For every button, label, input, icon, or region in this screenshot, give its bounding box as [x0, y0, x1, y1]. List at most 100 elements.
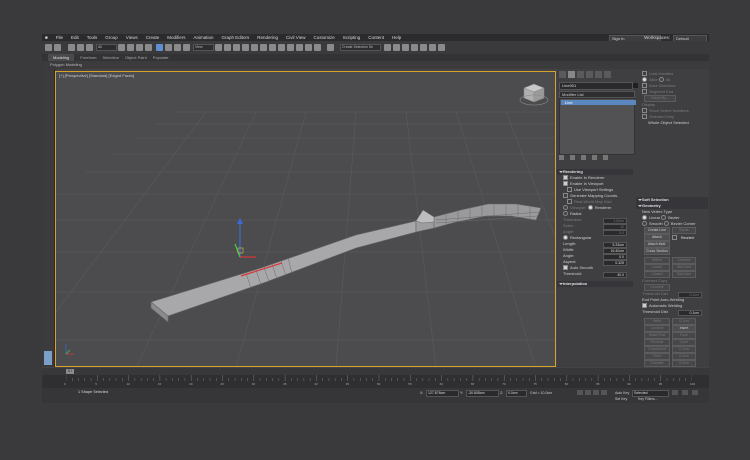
pan-icon[interactable] [682, 390, 688, 395]
connect-checkbox-label[interactable]: Connect [672, 257, 696, 264]
set-key-button[interactable]: Set Key [615, 397, 627, 401]
bind-last-option[interactable]: Bind last [672, 271, 696, 278]
rectangular-radio[interactable] [563, 235, 568, 241]
redo-icon[interactable] [54, 44, 61, 51]
move-icon[interactable] [156, 44, 163, 51]
object-name-field[interactable]: Line001 [559, 82, 633, 90]
crossinsert-button[interactable]: CrossInsert [644, 346, 670, 353]
renderer-radio[interactable] [587, 205, 593, 211]
percent-snap-icon[interactable] [260, 44, 267, 51]
tab-modeling[interactable]: Modeling [48, 54, 75, 61]
make-first-button[interactable]: Make First [644, 332, 670, 339]
menu-animation[interactable]: Animation [194, 35, 214, 40]
stack-item-line[interactable]: Line [561, 100, 636, 105]
hierarchy-tab-icon[interactable] [577, 71, 584, 78]
next-frame-icon[interactable] [601, 390, 607, 395]
configure-modifier-sets-icon[interactable] [603, 155, 608, 160]
pivot-center-icon[interactable] [215, 44, 222, 51]
fillet-spinner[interactable]: 0.0cm [672, 353, 696, 360]
create-tab-icon[interactable] [559, 71, 566, 78]
reorient-checkbox[interactable] [672, 235, 677, 240]
x-coordinate-field[interactable]: 127.876cm [426, 390, 459, 397]
connect-vertex-button[interactable]: Connect [644, 325, 670, 332]
schematic-view-icon[interactable] [384, 44, 391, 51]
pin-stack-icon[interactable] [559, 155, 564, 160]
bind-space-warp-icon[interactable] [86, 44, 93, 51]
mirror-icon[interactable] [287, 44, 294, 51]
perspective-viewport[interactable]: [+] [Perspective] [Standard] [Edged Face… [55, 71, 556, 367]
menu-graph-editors[interactable]: Graph Editors [222, 35, 250, 40]
viewport-layout-tab[interactable] [44, 351, 52, 365]
viewport-radio[interactable] [563, 205, 568, 211]
bezier-corner-radio[interactable] [663, 221, 669, 227]
modify-tab-icon[interactable] [568, 71, 575, 78]
key-filters-button[interactable]: Key Filters... [638, 397, 657, 401]
tab-selection[interactable]: Selection [102, 55, 118, 60]
placement-icon[interactable] [183, 44, 190, 51]
chamfer-spinner[interactable]: 0.0cm [672, 360, 696, 367]
move-gizmo[interactable] [234, 218, 256, 258]
enable-in-renderer-checkbox[interactable] [563, 175, 568, 181]
toggle-scene-explorer-icon[interactable] [305, 44, 312, 51]
tab-freeform[interactable]: Freeform [80, 55, 96, 60]
connect-button[interactable]: Connect [644, 284, 670, 291]
crossinsert-spinner[interactable]: 0.1cm [672, 346, 696, 353]
edit-named-selection-icon[interactable] [278, 44, 285, 51]
all-radio[interactable] [658, 77, 664, 83]
lock-handles-checkbox[interactable] [642, 71, 647, 77]
fuse-button[interactable]: Fuse [672, 332, 696, 339]
threshold-dist2-spinner[interactable]: 0.1cm [678, 310, 702, 316]
menu-edit[interactable]: Edit [71, 35, 79, 40]
interpolation-rollout-header[interactable]: Interpolation [557, 281, 633, 287]
cross-section-button[interactable]: Cross Section [644, 248, 670, 255]
keyboard-shortcut-icon[interactable] [233, 44, 240, 51]
selected-only-checkbox[interactable] [642, 114, 647, 120]
attach-mult-button[interactable]: Attach Mult. [644, 241, 670, 248]
link-icon[interactable] [68, 44, 75, 51]
generate-mapping-checkbox[interactable] [563, 193, 568, 199]
menu-scripting[interactable]: Scripting [343, 35, 361, 40]
create-selection-set-dropdown[interactable]: Create Selection Se [340, 44, 381, 51]
motion-tab-icon[interactable] [586, 71, 593, 78]
utilities-tab-icon[interactable] [604, 71, 611, 78]
window-crossing-icon[interactable] [145, 44, 152, 51]
ribbon-panel-label[interactable]: Polygon Modeling [42, 61, 709, 69]
zoom-icon[interactable] [672, 390, 678, 395]
rotate-icon[interactable] [165, 44, 172, 51]
menu-create[interactable]: Create [146, 35, 160, 40]
radial-radio[interactable] [563, 211, 568, 217]
viewcube-icon[interactable] [519, 83, 549, 106]
render-setup-icon[interactable] [402, 44, 409, 51]
menu-modifiers[interactable]: Modifiers [167, 35, 185, 40]
break-button[interactable]: Break [672, 227, 696, 234]
selection-filter-dropdown[interactable]: All [96, 44, 117, 51]
previous-frame-icon[interactable] [585, 390, 591, 395]
show-vertex-numbers-checkbox[interactable] [642, 108, 647, 114]
play-icon[interactable] [593, 390, 599, 395]
make-unique-icon[interactable] [581, 155, 586, 160]
chamfer-button[interactable]: Chamfer [644, 360, 670, 367]
snaps-toggle-icon[interactable] [242, 44, 249, 51]
remove-modifier-icon[interactable] [592, 155, 597, 160]
menu-views[interactable]: Views [126, 35, 138, 40]
z-coordinate-field[interactable]: 0.0cm [506, 390, 527, 397]
menu-tools[interactable]: Tools [87, 35, 98, 40]
insert-button[interactable]: Insert [672, 325, 696, 332]
segment-end-row[interactable]: Segment End [636, 89, 708, 95]
smooth-radio[interactable] [642, 221, 647, 227]
angle-snap-icon[interactable] [251, 44, 258, 51]
show-end-result-icon[interactable] [570, 155, 575, 160]
orbit-icon[interactable] [692, 390, 698, 395]
menu-customize[interactable]: Customize [313, 35, 334, 40]
rendered-frame-window-icon[interactable] [411, 44, 418, 51]
automatic-welding-checkbox[interactable] [642, 303, 647, 309]
menu-civil-view[interactable]: Civil View [286, 35, 305, 40]
y-coordinate-field[interactable]: -30.808cm [466, 390, 499, 397]
menu-file[interactable]: File [56, 35, 63, 40]
linear-radio[interactable] [642, 215, 647, 221]
select-manipulate-icon[interactable] [224, 44, 231, 51]
tab-object-paint[interactable]: Object Paint [125, 55, 147, 60]
select-object-icon[interactable] [118, 44, 125, 51]
bezier-radio[interactable] [661, 215, 667, 221]
auto-key-button[interactable]: Auto Key [615, 391, 629, 395]
